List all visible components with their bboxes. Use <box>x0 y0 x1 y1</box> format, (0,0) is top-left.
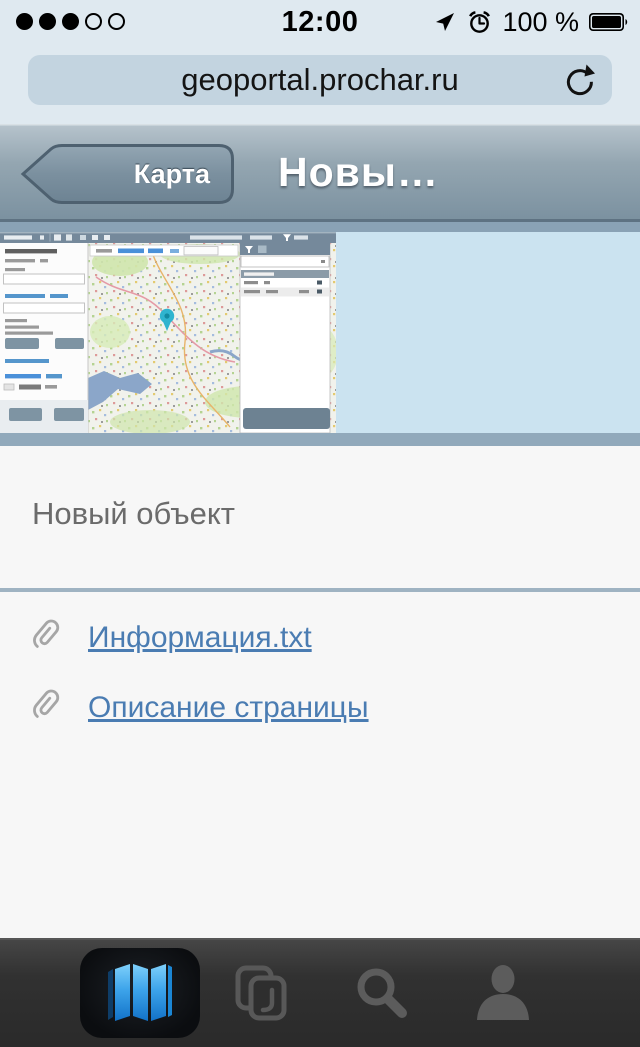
location-services-icon <box>433 10 457 34</box>
attachment-link-information[interactable]: Информация.txt <box>88 621 312 655</box>
browser-address-zone: geoportal.prochar.ru <box>0 44 640 124</box>
tab-map-active[interactable] <box>80 938 200 1047</box>
paperclip-icon <box>32 688 66 728</box>
page-title: Новы… <box>278 125 439 220</box>
geoportal-screenshot-thumbnail[interactable] <box>0 232 336 433</box>
address-url: geoportal.prochar.ru <box>181 62 458 98</box>
back-button-label: Карта <box>134 143 210 205</box>
attachment-row: Описание страницы <box>32 688 369 728</box>
status-bar: 12:00 100 % <box>0 0 640 44</box>
thumbnail-section <box>0 232 640 433</box>
battery-icon <box>588 11 630 33</box>
paperclip-icon <box>32 618 66 658</box>
back-button-karta[interactable]: Карта <box>20 143 236 205</box>
object-heading: Новый объект <box>32 496 640 532</box>
tab-pages[interactable] <box>201 938 321 1047</box>
person-icon <box>472 964 534 1022</box>
page-content: Новый объект Информация.txt Описание стр… <box>0 446 640 938</box>
pages-icon <box>232 964 290 1022</box>
attachment-link-description[interactable]: Описание страницы <box>88 691 369 725</box>
address-bar[interactable]: geoportal.prochar.ru <box>28 55 612 105</box>
map-icon <box>102 961 178 1025</box>
attachment-row: Информация.txt <box>32 618 312 658</box>
alarm-clock-icon <box>466 9 493 36</box>
search-icon <box>353 964 411 1022</box>
tab-profile[interactable] <box>443 938 563 1047</box>
section-divider <box>0 588 640 592</box>
tab-search[interactable] <box>322 938 442 1047</box>
bottom-tab-bar <box>0 938 640 1047</box>
reload-icon[interactable] <box>562 63 598 99</box>
iphone-safari-screen: 12:00 100 % geoportal.prochar.r <box>0 0 640 1047</box>
battery-percent: 100 % <box>502 7 579 38</box>
page-navigation-bar: Карта Новы… <box>0 124 640 220</box>
content-bottom-band <box>0 433 640 446</box>
content-top-band <box>0 222 640 232</box>
